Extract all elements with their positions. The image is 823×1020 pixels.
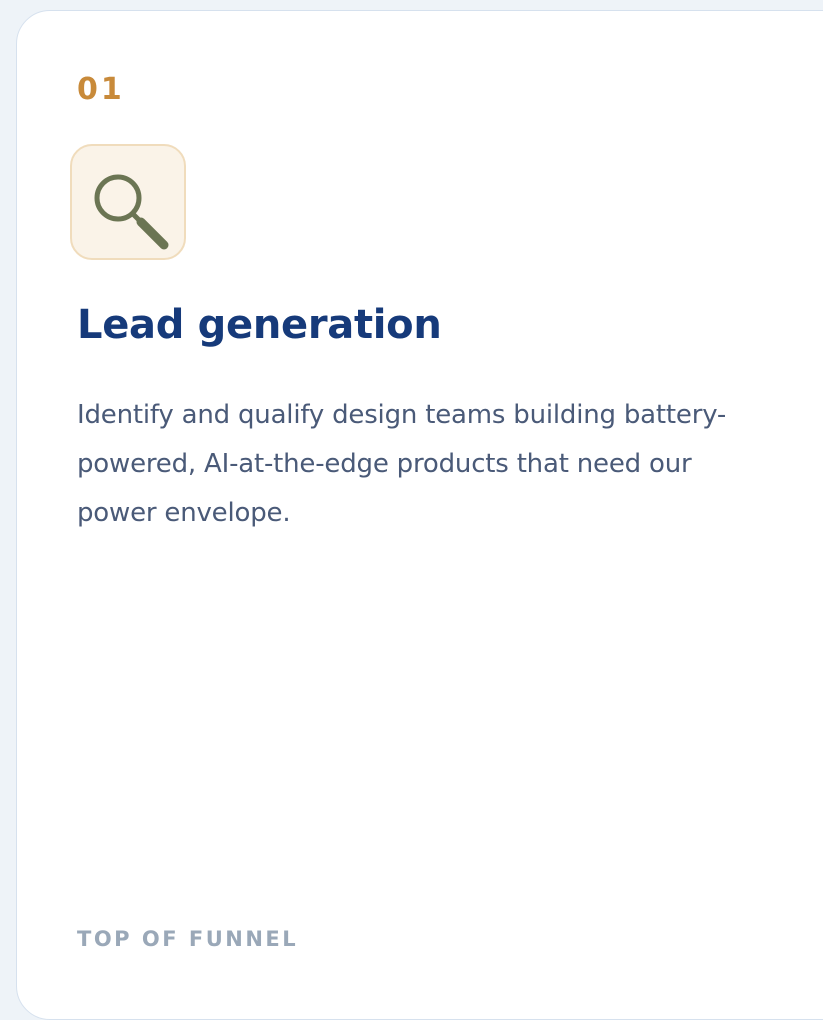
card-title: Lead generation xyxy=(77,302,442,348)
icon-tile xyxy=(70,144,186,260)
card-description: Identify and qualify design teams buildi… xyxy=(77,400,727,528)
funnel-stage-label: TOP OF FUNNEL xyxy=(77,927,299,951)
lead-generation-card: 01 Lead generation Identify and qualify … xyxy=(16,10,823,1020)
step-number: 01 xyxy=(77,72,125,107)
